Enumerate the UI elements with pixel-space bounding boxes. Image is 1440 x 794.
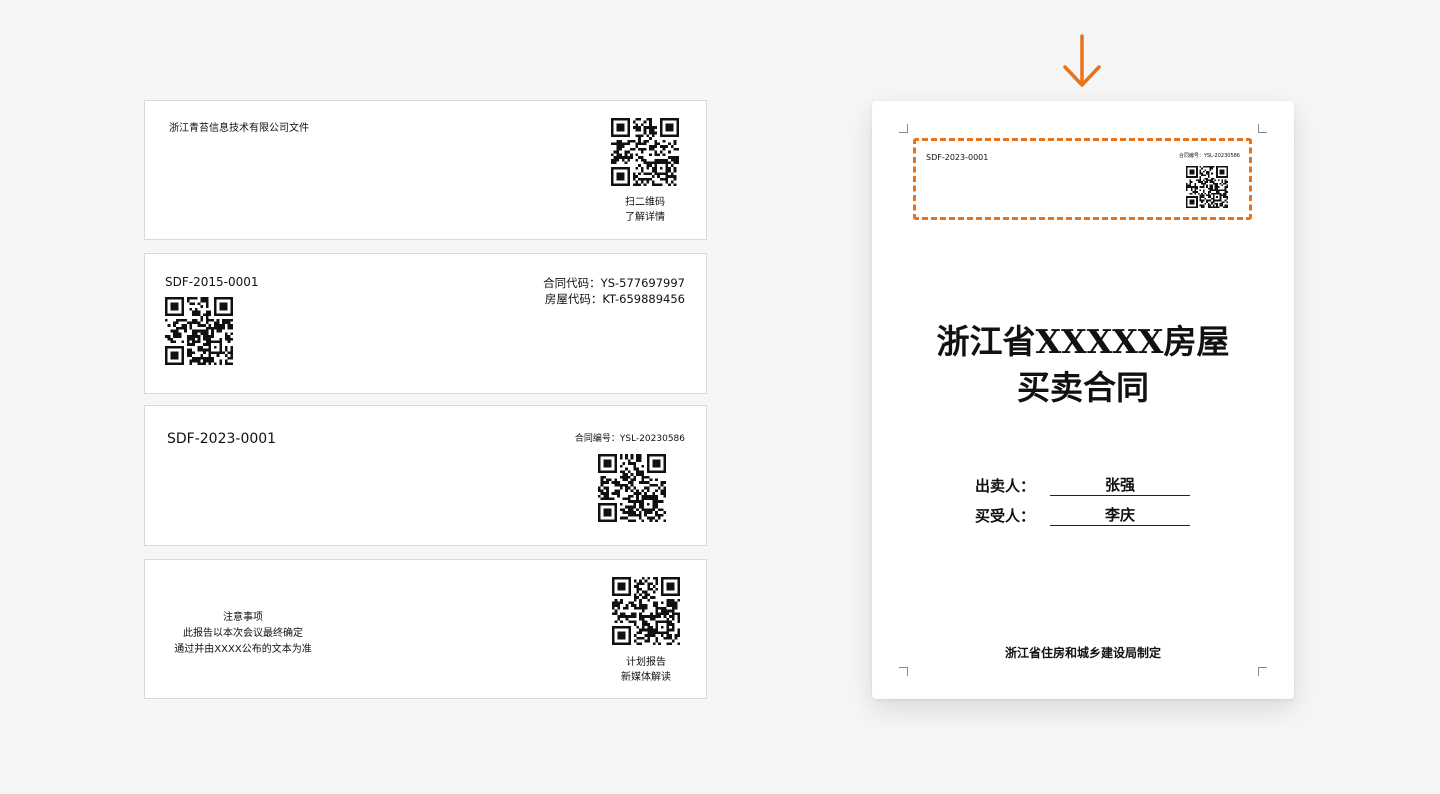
issuer: 浙江省住房和城乡建设局制定 — [1004, 646, 1161, 660]
qr-caption-line2: 新媒体解读 — [621, 672, 671, 683]
doc-id: SDF-2015-0001 — [165, 275, 259, 289]
qr-caption-line1: 计划报告 — [626, 657, 666, 668]
crop-mark — [899, 667, 908, 676]
header-template-card-2[interactable]: SDF-2015-0001 合同代码：YS-577697997 房屋代码：KT-… — [144, 253, 707, 394]
qr-caption-line2: 了解详情 — [625, 212, 665, 223]
house-code: 房屋代码：KT-659889456 — [544, 292, 685, 306]
qr-code-icon — [165, 297, 233, 365]
seller-label: 出卖人： — [975, 477, 1036, 495]
contract-no: 合同编号：YSL-20230586 — [574, 434, 685, 444]
seller-name: 张强 — [1050, 475, 1190, 496]
contract-title-line1: 浙江省XXXXX房屋 — [936, 322, 1230, 361]
qr-code-icon — [612, 577, 680, 645]
header-template-card-1[interactable]: 浙江青苔信息技术有限公司文件 扫二维码 了解详情 — [144, 100, 707, 240]
header-doc-id: SDF-2023-0001 — [926, 153, 989, 162]
qr-caption-line1: 扫二维码 — [625, 197, 665, 208]
company-title: 浙江青苔信息技术有限公司文件 — [169, 123, 309, 134]
contract-code: 合同代码：YS-577697997 — [543, 276, 685, 290]
qr-code-icon — [598, 454, 666, 522]
qr-code-icon — [1186, 166, 1228, 208]
notice-line2: 通过并由XXXX公布的文本为准 — [174, 644, 312, 655]
header-template-card-4[interactable]: 注意事项 此报告以本次会议最终确定 通过并由XXXX公布的文本为准 计划报告 新… — [144, 559, 707, 699]
doc-id: SDF-2023-0001 — [167, 431, 277, 447]
crop-mark — [1258, 667, 1267, 676]
contract-title-line2: 买卖合同 — [1017, 368, 1149, 407]
qr-code-icon — [611, 118, 679, 186]
notice-title: 注意事项 — [223, 612, 263, 623]
header-template-card-3[interactable]: SDF-2023-0001 合同编号：YSL-20230586 — [144, 405, 707, 546]
buyer-name: 李庆 — [1050, 505, 1190, 526]
buyer-label: 买受人： — [975, 507, 1036, 525]
arrow-down-icon — [1063, 34, 1101, 87]
header-contract-no: 合同编号：YSL-20230586 — [1178, 153, 1240, 159]
notice-line1: 此报告以本次会议最终确定 — [183, 628, 303, 639]
crop-mark — [1258, 124, 1267, 133]
crop-mark — [899, 124, 908, 133]
contract-document-preview: SDF-2023-0001 合同编号：YSL-20230586 浙江省XXXXX… — [872, 101, 1294, 699]
